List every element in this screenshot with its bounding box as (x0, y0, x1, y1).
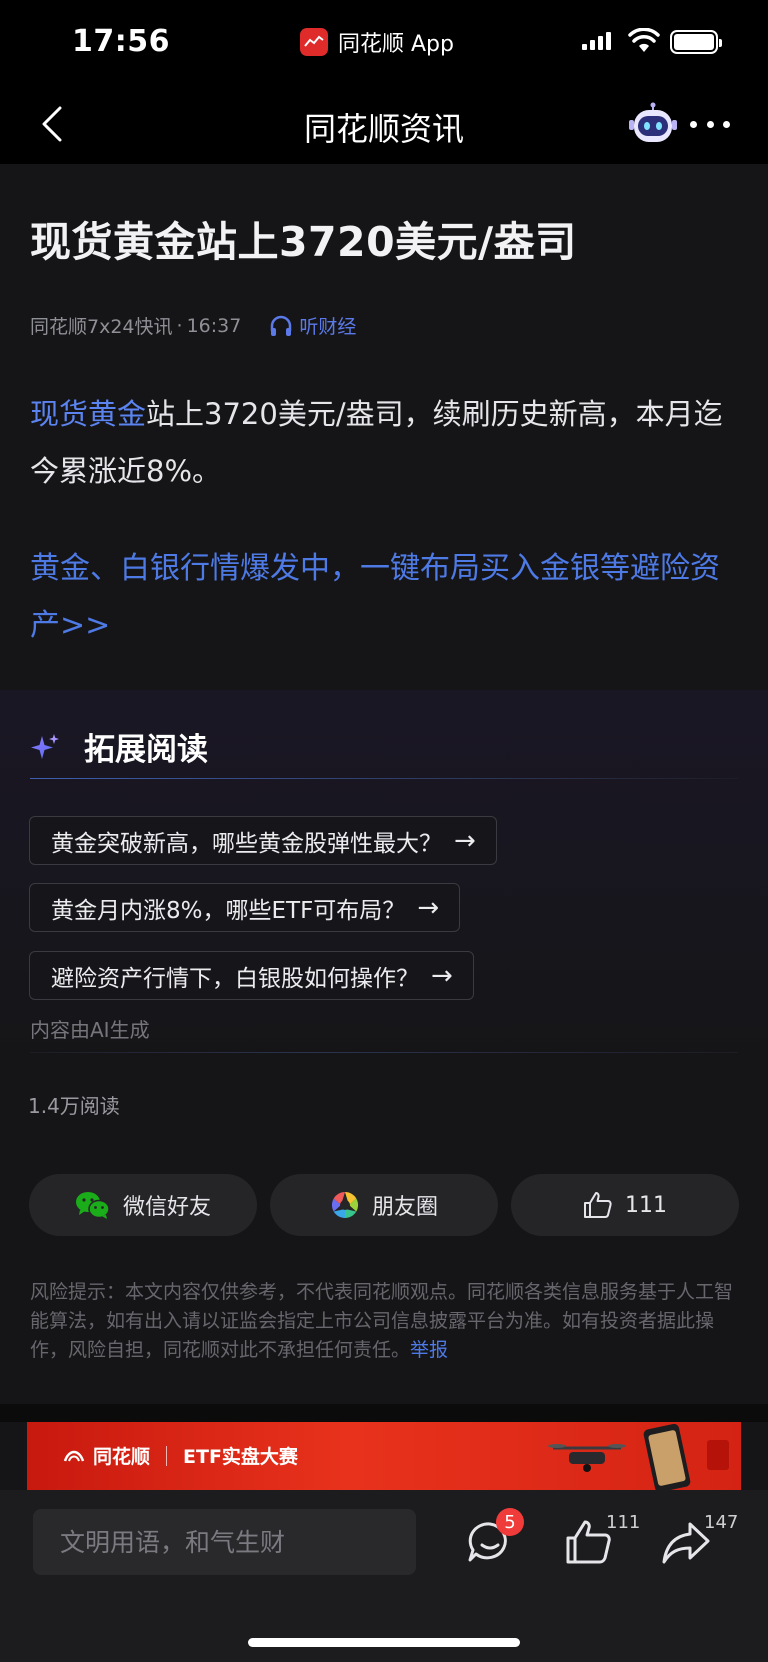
article-headline: 现货黄金站上3720美元/盎司 (30, 218, 577, 266)
related-question-1[interactable]: 黄金突破新高，哪些黄金股弹性最大？ → (29, 816, 497, 865)
ai-generated-note: 内容由AI生成 (30, 1018, 150, 1042)
ai-assistant-robot-icon[interactable] (628, 102, 678, 146)
red-envelope-image (707, 1440, 729, 1470)
sparkle-icon (31, 733, 59, 759)
related-question-2[interactable]: 黄金月内涨8%，哪些ETF可布局？ → (29, 883, 461, 932)
article-source: 同花顺7x24快讯 (30, 316, 173, 338)
share-wechat-button[interactable]: 微信好友 (29, 1174, 257, 1236)
risk-text: 风险提示：本文内容仅供参考，不代表同花顺观点。同花顺各类信息服务基于人工智能算法… (30, 1281, 734, 1361)
battery-icon (670, 30, 722, 54)
listen-button[interactable]: 听财经 (269, 312, 356, 339)
article-meta: 同花顺7x24快讯 · 16:37 听财经 (30, 312, 356, 339)
related-question-3[interactable]: 避险资产行情下，白银股如何操作？ → (29, 951, 474, 1000)
banner-logo: 同花顺 ETF实盘大赛 (63, 1442, 298, 1469)
listen-label: 听财经 (299, 316, 357, 338)
cellular-signal-icon (582, 32, 611, 50)
question-text: 黄金月内涨8%，哪些ETF可布局？ (51, 897, 406, 924)
article-time: 16:37 (186, 314, 242, 337)
brand-logo-icon (63, 1450, 85, 1461)
comment-count-badge: 5 (496, 1508, 524, 1536)
wifi-icon (628, 28, 660, 52)
share-moments-button[interactable]: 朋友圈 (270, 1174, 498, 1236)
headphones-icon (271, 315, 292, 336)
extended-reading-header: 拓展阅读 (30, 724, 208, 769)
source-app-chip[interactable]: 同花顺 App (300, 26, 454, 58)
like-count: 111 (625, 1192, 667, 1218)
etf-contest-banner[interactable]: 同花顺 ETF实盘大赛 (27, 1422, 741, 1492)
extended-reading-title: 拓展阅读 (84, 732, 208, 768)
nav-bar: 同花顺资讯 (0, 84, 768, 164)
like-count: 111 (606, 1512, 641, 1533)
like-button[interactable]: 111 (511, 1174, 739, 1236)
moments-icon (331, 1191, 359, 1219)
bottom-action-bar: 5 111 147 (0, 1490, 768, 1662)
section-separator (0, 1404, 768, 1422)
question-text: 避险资产行情下，白银股如何操作？ (51, 965, 419, 992)
wechat-icon (75, 1192, 110, 1219)
question-text: 黄金突破新高，哪些黄金股弹性最大？ (51, 830, 442, 857)
thumbs-up-icon (584, 1192, 612, 1218)
banner-brand: 同花顺 (93, 1446, 151, 1468)
arrow-right-icon: → (431, 960, 453, 991)
banner-event: ETF实盘大赛 (183, 1446, 298, 1468)
divider (30, 1052, 738, 1053)
share-moments-label: 朋友圈 (371, 1195, 438, 1220)
status-bar: 17:56 同花顺 App (0, 0, 768, 84)
read-count: 1.4万阅读 (28, 1094, 120, 1118)
drone-image (548, 1444, 626, 1472)
phone-image (643, 1423, 691, 1492)
report-link[interactable]: 举报 (410, 1339, 448, 1361)
meta-dot: · (176, 314, 183, 337)
divider (30, 778, 738, 779)
promo-link[interactable]: 黄金、白银行情爆发中，一键布局买入金银等避险资产>> (30, 540, 742, 654)
body-highlight-link[interactable]: 现货黄金 (30, 397, 146, 431)
share-wechat-label: 微信好友 (122, 1195, 211, 1220)
arrow-right-icon: → (454, 825, 476, 856)
status-time: 17:56 (72, 24, 170, 59)
article-body: 现货黄金站上3720美元/盎司，续刷历史新高，本月迄今累涨近8%。 (30, 386, 742, 500)
home-indicator[interactable] (248, 1638, 520, 1647)
share-count: 147 (704, 1512, 739, 1533)
risk-disclaimer: 风险提示：本文内容仅供参考，不代表同花顺观点。同花顺各类信息服务基于人工智能算法… (30, 1278, 742, 1365)
more-options-icon[interactable] (690, 112, 730, 136)
comment-input[interactable] (33, 1509, 416, 1575)
app-icon (300, 28, 328, 56)
app-name: 同花顺 App (338, 32, 454, 57)
arrow-right-icon: → (417, 892, 440, 923)
